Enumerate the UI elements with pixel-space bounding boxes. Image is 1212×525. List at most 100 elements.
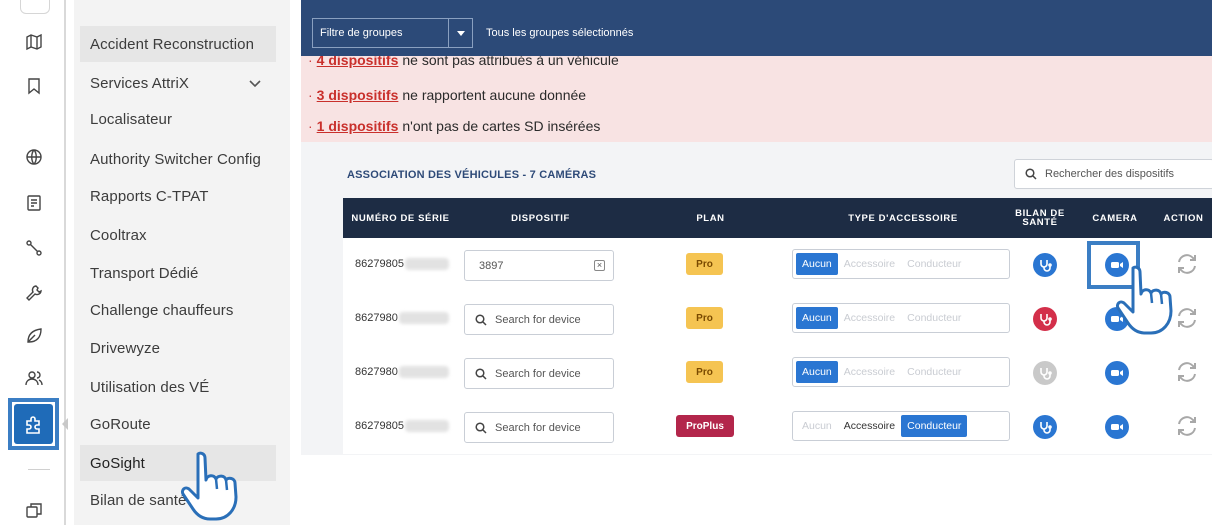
menu-item-cooltrax[interactable]: Cooltrax: [80, 217, 276, 253]
alert-text: ne rapportent aucune donnée: [402, 87, 587, 103]
device-placeholder: Search for device: [495, 313, 581, 326]
refresh-icon[interactable]: [1175, 414, 1199, 438]
menu-item-drivewyze[interactable]: Drivewyze: [80, 330, 276, 366]
icon-rail: [0, 0, 68, 525]
menu-item-utilisation-ve[interactable]: Utilisation des VÉ: [80, 369, 276, 405]
stethoscope-icon[interactable]: [1033, 307, 1057, 331]
menu-item-rapports-ctpat[interactable]: Rapports C-TPAT: [80, 178, 276, 214]
rail-separator: [28, 469, 50, 470]
caret-down-icon[interactable]: [448, 19, 472, 47]
chevron-down-icon: [249, 80, 261, 88]
menu-item-goroute[interactable]: GoRoute: [80, 406, 276, 442]
menu-item-localisateur[interactable]: Localisateur: [80, 101, 276, 137]
menu-item-label: Transport Dédié: [90, 264, 199, 282]
accessory-option-driver[interactable]: Conducteur: [901, 361, 967, 383]
header-health-line2: SANTÉ: [1022, 217, 1058, 228]
menu-item-label: Authority Switcher Config: [90, 150, 261, 168]
accessory-option-none[interactable]: Aucun: [796, 361, 838, 383]
stethoscope-icon[interactable]: [1033, 415, 1057, 439]
menu-item-label: GoSight: [90, 454, 145, 472]
video-camera-icon[interactable]: [1105, 361, 1129, 385]
rail-top-button[interactable]: [20, 0, 50, 14]
wrench-icon[interactable]: [22, 281, 46, 305]
accessory-option-driver[interactable]: Conducteur: [901, 415, 968, 437]
map-icon[interactable]: [22, 30, 46, 54]
alert-link[interactable]: 3 dispositifs: [317, 87, 399, 103]
alert-link[interactable]: 1 dispositifs: [317, 118, 399, 134]
accessory-option-accessory[interactable]: Accessoire: [838, 415, 901, 437]
stethoscope-icon[interactable]: [1033, 361, 1057, 385]
serial-number: 8627980: [355, 312, 398, 324]
menu-item-label: Bilan de santé: [90, 491, 187, 509]
device-search-field[interactable]: Search for device: [464, 358, 614, 389]
users-icon[interactable]: [22, 366, 46, 390]
plan-badge: ProPlus: [676, 415, 734, 437]
header-health: BILAN DE SANTÉ: [1015, 198, 1065, 238]
header-camera: CAMERA: [1092, 212, 1138, 224]
active-notch: [62, 418, 68, 430]
accessory-option-driver[interactable]: Conducteur: [901, 253, 967, 275]
accessory-option-none[interactable]: Aucun: [796, 415, 838, 437]
rail-divider: [64, 0, 66, 525]
table-row: 86279805 Search for device ProPlus Aucun…: [343, 400, 1212, 454]
menu-item-accident-reconstruction[interactable]: Accident Reconstruction: [80, 26, 276, 62]
accessory-toggle: Aucun Accessoire Conducteur: [792, 411, 1010, 441]
plan-badge: Pro: [686, 361, 723, 383]
alerts-panel: · 4 dispositifs ne sont pas attribués à un…: [301, 44, 1212, 142]
clear-icon[interactable]: ×: [594, 260, 605, 271]
document-icon[interactable]: [22, 191, 46, 215]
menu-item-label: Challenge chauffeurs: [90, 301, 234, 319]
header-serial: NUMÉRO DE SÉRIE: [351, 212, 450, 224]
menu-item-label: Utilisation des VÉ: [90, 378, 210, 396]
route-icon[interactable]: [22, 236, 46, 260]
menu-item-label: GoRoute: [90, 415, 151, 433]
accessory-option-driver[interactable]: Conducteur: [901, 307, 967, 329]
device-value: 3897: [479, 259, 504, 272]
group-filter-select[interactable]: Filtre de groupes: [312, 18, 473, 48]
globe-icon[interactable]: [22, 145, 46, 169]
header-plan: PLAN: [696, 212, 725, 224]
menu-item-label: Localisateur: [90, 110, 173, 128]
table-row: 86279805 3897 × Pro Aucun Accessoire Con…: [343, 238, 1212, 292]
main-panel: · 4 dispositifs ne sont pas attribués à un…: [301, 0, 1212, 455]
accessory-toggle: Aucun Accessoire Conducteur: [792, 357, 1010, 387]
accessory-option-accessory[interactable]: Accessoire: [838, 361, 901, 383]
plan-badge: Pro: [686, 253, 723, 275]
device-search-field[interactable]: Search for device: [464, 412, 614, 443]
serial-redacted: [405, 258, 449, 270]
accessory-toggle: Aucun Accessoire Conducteur: [792, 249, 1010, 279]
stethoscope-icon[interactable]: [1033, 253, 1057, 277]
table-row: 8627980 Search for device Pro Aucun Acce…: [343, 346, 1212, 400]
menu-item-label: Accident Reconstruction: [90, 35, 255, 53]
menu-item-services-attrix[interactable]: Services AttriX: [80, 65, 276, 101]
video-camera-icon[interactable]: [1105, 415, 1129, 439]
device-search-input[interactable]: Rechercher des dispositifs: [1014, 159, 1212, 189]
accessory-option-none[interactable]: Aucun: [796, 307, 838, 329]
alert-text: n'ont pas de cartes SD insérées: [402, 118, 601, 134]
alert-no-sd: · 1 dispositifs n'ont pas de cartes SD ins…: [308, 118, 601, 134]
group-filter-status: Tous les groupes sélectionnés: [486, 27, 634, 39]
puzzle-icon[interactable]: [14, 404, 53, 444]
section-title: ASSOCIATION DES VÉHICULES - 7 CAMÉRAS: [347, 169, 597, 181]
serial-number: 86279805: [355, 420, 404, 432]
device-search-field[interactable]: Search for device: [464, 304, 614, 335]
serial-number: 8627980: [355, 366, 398, 378]
menu-item-authority-switcher[interactable]: Authority Switcher Config: [80, 141, 276, 177]
accessory-option-none[interactable]: Aucun: [796, 253, 838, 275]
table-header: NUMÉRO DE SÉRIE DISPOSITIF PLAN TYPE D'A…: [343, 198, 1212, 238]
accessory-toggle: Aucun Accessoire Conducteur: [792, 303, 1010, 333]
search-icon: [475, 367, 487, 380]
accessory-option-accessory[interactable]: Accessoire: [838, 307, 901, 329]
menu-item-label: Drivewyze: [90, 339, 161, 357]
device-input[interactable]: 3897 ×: [464, 250, 614, 281]
serial-redacted: [405, 420, 449, 432]
accessory-option-accessory[interactable]: Accessoire: [838, 253, 901, 275]
leaf-icon[interactable]: [22, 324, 46, 348]
refresh-icon[interactable]: [1175, 360, 1199, 384]
menu-item-challenge-chauffeurs[interactable]: Challenge chauffeurs: [80, 292, 276, 328]
menu-item-transport-dedie[interactable]: Transport Dédié: [80, 255, 276, 291]
content-area: ASSOCIATION DES VÉHICULES - 7 CAMÉRAS Re…: [301, 142, 1212, 455]
windows-icon[interactable]: [22, 498, 46, 522]
serial-redacted: [399, 312, 449, 324]
bookmark-icon[interactable]: [22, 74, 46, 98]
